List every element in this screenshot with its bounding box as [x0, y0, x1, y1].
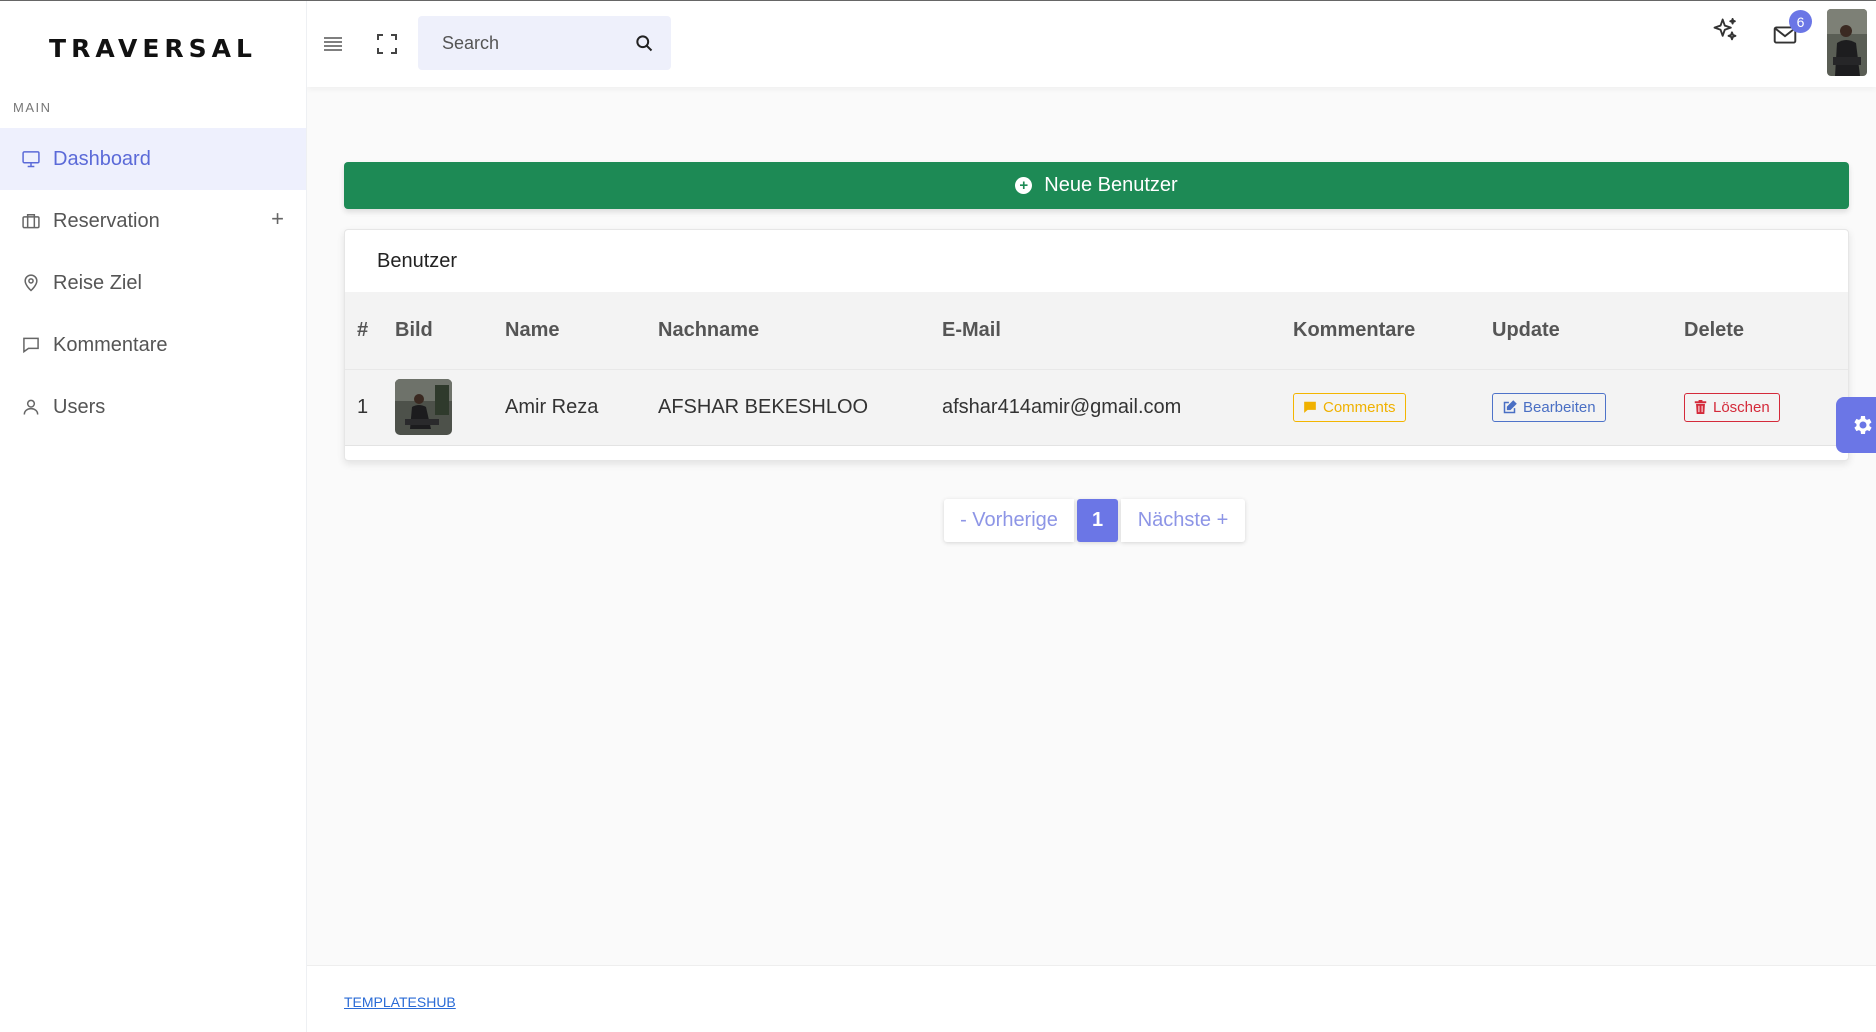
cell-index: 1 — [345, 368, 395, 446]
mail-count-badge: 6 — [1789, 10, 1812, 33]
comments-button[interactable]: Comments — [1293, 392, 1406, 422]
sidebar-item-label: Kommentare — [53, 333, 168, 356]
cell-nachname: AFSHAR BEKESHLOO — [658, 368, 942, 446]
cell-bild — [395, 368, 505, 446]
sidebar-item-label: Reise Ziel — [53, 271, 142, 294]
sidebar-section-label: MAIN — [13, 100, 52, 115]
column-header-delete: Delete — [1684, 292, 1848, 369]
footer: TEMPLATESHUB — [307, 965, 1876, 1032]
trash-icon — [1694, 400, 1707, 414]
new-user-button[interactable]: + Neue Benutzer — [344, 162, 1849, 209]
brand-logo[interactable]: TRAVERSAL — [0, 0, 306, 90]
table-header-row: # Bild Name Nachname E-Mail Kommentare U… — [345, 292, 1848, 369]
delete-button[interactable]: Löschen — [1684, 392, 1780, 422]
gear-icon — [1854, 416, 1872, 434]
expand-plus-icon[interactable]: + — [271, 206, 284, 232]
user-avatar — [395, 379, 452, 435]
column-header-email: E-Mail — [942, 292, 1293, 369]
avatar[interactable] — [1827, 9, 1867, 76]
column-header-index: # — [345, 292, 395, 369]
sidebar-item-reservation[interactable]: Reservation + — [0, 190, 306, 252]
cell-update: Bearbeiten — [1492, 368, 1684, 446]
column-header-nachname: Nachname — [658, 292, 942, 369]
edit-button[interactable]: Bearbeiten — [1492, 392, 1606, 422]
cell-delete: Löschen — [1684, 368, 1848, 446]
map-pin-icon — [20, 272, 42, 294]
search-icon[interactable] — [617, 16, 671, 70]
pagination-current-page[interactable]: 1 — [1077, 499, 1118, 542]
sparkle-icon[interactable] — [1711, 16, 1739, 44]
sidebar-item-kommentare[interactable]: Kommentare — [0, 314, 306, 376]
pagination: - Vorherige 1 Nächste + — [944, 499, 1245, 542]
column-header-bild: Bild — [395, 292, 505, 369]
pagination-prev[interactable]: - Vorherige — [944, 499, 1074, 542]
top-border — [0, 0, 1876, 1]
table-row: 1 Amir Reza AFSHAR BEKESHLOO afshar414am… — [345, 368, 1848, 446]
search-input[interactable] — [418, 16, 618, 70]
sidebar-item-label: Users — [53, 395, 106, 418]
menu-icon[interactable] — [319, 30, 347, 58]
message-icon — [20, 334, 42, 356]
pagination-next[interactable]: Nächste + — [1121, 499, 1245, 542]
monitor-icon — [20, 148, 42, 170]
sidebar-item-label: Reservation — [53, 209, 160, 232]
sidebar-item-users[interactable]: Users — [0, 376, 306, 438]
plus-circle-icon: + — [1015, 177, 1033, 194]
edit-button-label: Bearbeiten — [1523, 398, 1596, 416]
briefcase-icon — [20, 210, 42, 232]
top-header — [307, 0, 1876, 87]
fullscreen-icon[interactable] — [373, 30, 401, 58]
card-title: Benutzer — [377, 249, 458, 272]
sidebar: TRAVERSAL MAIN Dashboard Reservation + R… — [0, 0, 307, 1032]
sidebar-item-label: Dashboard — [53, 147, 151, 170]
edit-icon — [1503, 399, 1517, 413]
column-header-name: Name — [505, 292, 658, 369]
users-table: # Bild Name Nachname E-Mail Kommentare U… — [345, 292, 1848, 446]
settings-toggle[interactable] — [1836, 397, 1876, 453]
cell-name: Amir Reza — [505, 368, 658, 446]
user-icon — [20, 396, 42, 418]
column-header-kommentare: Kommentare — [1293, 292, 1492, 369]
comment-icon — [1304, 401, 1316, 413]
users-card: Benutzer # Bild Name Nachname E-Mail Kom… — [344, 229, 1849, 461]
sidebar-item-reise-ziel[interactable]: Reise Ziel — [0, 252, 306, 314]
cell-email: afshar414amir@gmail.com — [942, 368, 1293, 446]
footer-link[interactable]: TEMPLATESHUB — [344, 994, 456, 1010]
cell-kommentare: Comments — [1293, 368, 1492, 446]
comments-button-label: Comments — [1323, 398, 1396, 416]
search-box — [418, 16, 671, 70]
new-user-button-label: Neue Benutzer — [1044, 174, 1178, 196]
delete-button-label: Löschen — [1713, 398, 1770, 416]
column-header-update: Update — [1492, 292, 1684, 369]
sidebar-item-dashboard[interactable]: Dashboard — [0, 128, 306, 190]
